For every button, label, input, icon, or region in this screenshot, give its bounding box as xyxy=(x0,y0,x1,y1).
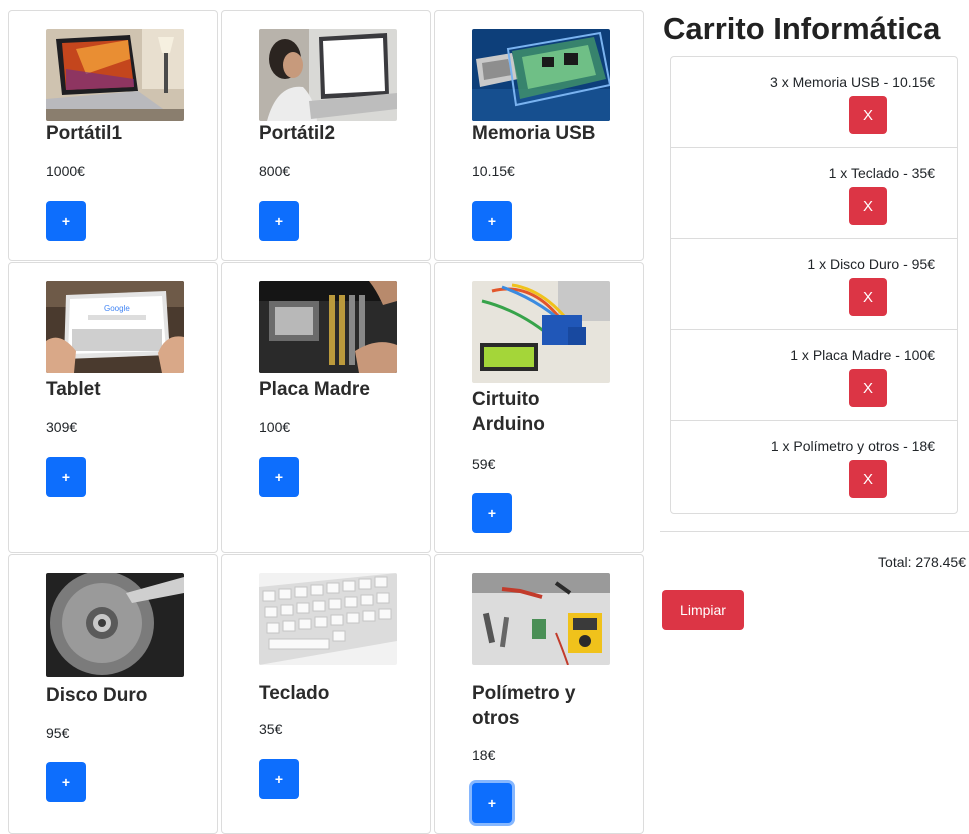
product-name: Cirtuito Arduino xyxy=(472,389,545,435)
multimeter-tools-photo xyxy=(472,573,610,665)
product-card: Teclado 35€ + xyxy=(221,554,431,834)
product-name: Polímetro y otros xyxy=(472,683,576,729)
add-to-cart-button[interactable]: + xyxy=(46,457,86,497)
add-to-cart-button[interactable]: + xyxy=(259,759,299,799)
laptop-user-photo xyxy=(259,29,397,121)
clear-cart-button[interactable]: Limpiar xyxy=(662,590,744,630)
cart-item-text: 1 x Teclado - 35€ xyxy=(828,165,935,181)
hard-disk-photo xyxy=(46,573,184,677)
remove-item-button[interactable]: X xyxy=(849,278,887,316)
product-name: Placa Madre xyxy=(259,379,370,400)
product-price: 800€ xyxy=(259,163,291,179)
remove-item-button[interactable]: X xyxy=(849,96,887,134)
product-price: 10.15€ xyxy=(472,163,515,179)
add-to-cart-button[interactable]: + xyxy=(46,201,86,241)
product-card: Polímetro y otros 18€ + xyxy=(434,554,644,834)
cart-item-text: 1 x Polímetro y otros - 18€ xyxy=(770,438,935,454)
cart-item: 1 x Disco Duro - 95€ X xyxy=(671,239,957,330)
product-price: 100€ xyxy=(259,419,291,435)
add-to-cart-button[interactable]: + xyxy=(472,493,512,533)
product-price: 18€ xyxy=(472,747,496,763)
add-to-cart-button[interactable]: + xyxy=(46,762,86,802)
product-name: Memoria USB xyxy=(472,123,596,144)
laptop-photo xyxy=(46,29,184,121)
product-card: Placa Madre 100€ + xyxy=(221,262,431,553)
add-to-cart-button[interactable]: + xyxy=(472,201,512,241)
keyboard-photo xyxy=(259,573,397,665)
product-card: Portátil2 800€ + xyxy=(221,10,431,261)
product-price: 309€ xyxy=(46,419,78,435)
product-price: 35€ xyxy=(259,721,283,737)
cart-divider xyxy=(660,531,969,532)
cart-item: 1 x Polímetro y otros - 18€ X xyxy=(671,421,957,512)
cart-item: 1 x Teclado - 35€ X xyxy=(671,148,957,239)
product-price: 1000€ xyxy=(46,163,85,179)
arduino-circuit-photo xyxy=(472,281,610,383)
cart-total: Total: 278.45€ xyxy=(878,554,966,570)
add-to-cart-button[interactable]: + xyxy=(472,783,512,823)
add-to-cart-button[interactable]: + xyxy=(259,457,299,497)
product-name: Portátil2 xyxy=(259,123,336,144)
cart-item-text: 1 x Placa Madre - 100€ xyxy=(790,347,935,363)
svg-text:Google: Google xyxy=(104,304,130,313)
remove-item-button[interactable]: X xyxy=(849,460,887,498)
motherboard-photo xyxy=(259,281,397,373)
product-name: Portátil1 xyxy=(46,123,123,144)
product-price: 95€ xyxy=(46,725,70,741)
product-card: Google Tablet 309€ + xyxy=(8,262,218,553)
remove-item-button[interactable]: X xyxy=(849,187,887,225)
cart-item-text: 1 x Disco Duro - 95€ xyxy=(807,256,935,272)
product-price: 59€ xyxy=(472,456,496,472)
product-card: Disco Duro 95€ + xyxy=(8,554,218,834)
add-to-cart-button[interactable]: + xyxy=(259,201,299,241)
cart-title: Carrito Informática xyxy=(663,11,941,46)
cart-item-text: 3 x Memoria USB - 10.15€ xyxy=(770,74,935,90)
usb-memory-photo xyxy=(472,29,610,121)
product-name: Disco Duro xyxy=(46,685,148,706)
remove-item-button[interactable]: X xyxy=(849,369,887,407)
cart-item: 1 x Placa Madre - 100€ X xyxy=(671,330,957,421)
product-card: Portátil1 1000€ + xyxy=(8,10,218,261)
cart-list: 3 x Memoria USB - 10.15€ X 1 x Teclado -… xyxy=(670,56,958,514)
product-name: Teclado xyxy=(259,683,330,704)
product-name: Tablet xyxy=(46,379,101,400)
cart-item: 3 x Memoria USB - 10.15€ X xyxy=(671,57,957,148)
product-card: Memoria USB 10.15€ + xyxy=(434,10,644,261)
product-grid: Portátil1 1000€ + Portátil2 800€ + Memor… xyxy=(8,10,648,834)
product-card: Cirtuito Arduino 59€ + xyxy=(434,262,644,553)
tablet-photo: Google xyxy=(46,281,184,373)
